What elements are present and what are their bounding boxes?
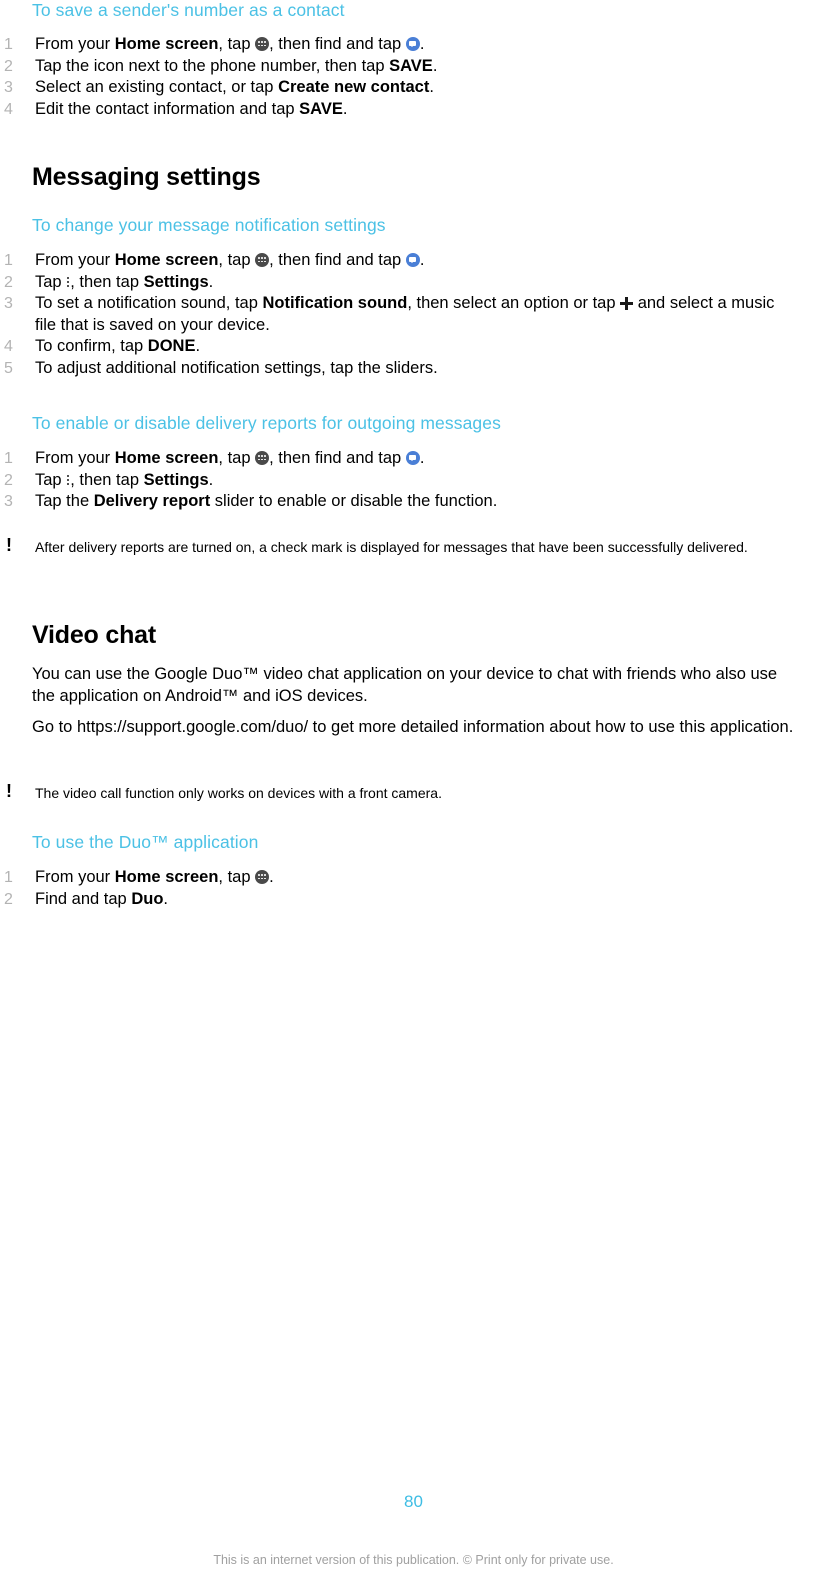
step-text: To adjust additional notification settin…	[35, 358, 438, 377]
paragraph-video-chat-support-link: Go to https://support.google.com/duo/ to…	[32, 718, 794, 736]
emphasis-text: Create new contact	[278, 78, 430, 96]
step-text: , then find and tap	[269, 449, 406, 467]
messaging-icon	[405, 451, 420, 465]
procedure-heading-duo-application: To use the Duo™ application	[32, 832, 259, 852]
emphasis-text: Delivery report	[93, 492, 211, 510]
step-item: To set a notification sound, tap Notific…	[0, 293, 800, 336]
step-text: .	[419, 251, 425, 269]
step-text: .	[208, 272, 214, 291]
section-notification-settings: To change your message notification sett…	[0, 215, 800, 379]
step-item: Edit the contact information and tap SAV…	[0, 99, 800, 121]
step-item: From your Home screen, tap , then find a…	[0, 448, 810, 470]
step-item: Tap the icon next to the phone number, t…	[0, 56, 800, 78]
emphasis-text: Home screen	[114, 35, 219, 53]
emphasis-text: Home screen	[114, 449, 219, 467]
emphasis-text: Settings	[143, 470, 209, 489]
step-text: Tap	[35, 272, 67, 291]
emphasis-text: SAVE	[389, 56, 433, 75]
step-text: , then select an option or tap	[407, 294, 621, 312]
step-text: , tap	[218, 449, 256, 467]
step-item: To confirm, tap DONE.	[0, 336, 800, 358]
overflow-menu-icon	[66, 275, 70, 289]
step-text: Tap the icon next to the phone number, t…	[35, 56, 390, 75]
page-title-video-chat: Video chat	[32, 621, 156, 649]
emphasis-text: Notification sound	[262, 294, 408, 312]
emphasis-text: SAVE	[299, 99, 343, 118]
emphasis-text: DONE	[147, 337, 196, 355]
step-text: Select an existing contact, or tap	[35, 78, 279, 96]
step-text: , tap	[218, 868, 256, 886]
procedure-heading-delivery-reports: To enable or disable delivery reports fo…	[32, 413, 501, 433]
step-text: From your	[35, 251, 115, 269]
step-text: , tap	[218, 251, 256, 269]
step-text: , then find and tap	[269, 251, 406, 269]
step-text: .	[419, 449, 425, 467]
step-text: Edit the contact information and tap	[35, 99, 300, 118]
step-text: To confirm, tap	[35, 337, 148, 355]
step-text: From your	[35, 868, 115, 886]
step-text: , then find and tap	[269, 35, 406, 53]
procedure-heading-save-sender: To save a sender's number as a contact	[32, 0, 345, 20]
apps-grid-icon	[255, 253, 270, 267]
emphasis-text: Home screen	[114, 251, 219, 269]
step-list-duo-application: From your Home screen, tap . Find and tap…	[0, 867, 800, 910]
emphasis-text: Duo	[131, 889, 164, 908]
footer-disclaimer: This is an internet version of this publ…	[213, 1553, 614, 1567]
step-text: slider to enable or disable the function…	[210, 492, 498, 510]
apps-grid-icon	[255, 451, 270, 465]
note-delivery-reports: ! After delivery reports are turned on, …	[0, 535, 827, 557]
step-text: To set a notification sound, tap	[35, 294, 263, 312]
step-text: .	[419, 35, 425, 53]
manual-page: To save a sender's number as a contact F…	[0, 0, 827, 1590]
emphasis-text: Home screen	[114, 868, 219, 886]
step-text: .	[342, 99, 348, 118]
step-text: .	[195, 337, 201, 355]
step-text: From your	[35, 35, 115, 53]
section-delivery-reports: To enable or disable delivery reports fo…	[0, 413, 810, 513]
step-text: .	[163, 889, 168, 908]
step-text: .	[208, 470, 214, 489]
note-video-chat: ! The video call function only works on …	[0, 781, 827, 803]
step-list-save-sender: From your Home screen, tap , then find a…	[0, 34, 800, 120]
exclamation-icon: !	[6, 781, 12, 801]
step-list-delivery-reports: From your Home screen, tap , then find a…	[0, 448, 810, 513]
step-item: Select an existing contact, or tap Creat…	[0, 77, 800, 99]
note-text: The video call function only works on de…	[35, 785, 442, 801]
step-text: , tap	[218, 35, 256, 53]
step-item: Find and tap Duo.	[0, 889, 800, 911]
step-item: From your Home screen, tap , then find a…	[0, 34, 800, 56]
apps-grid-icon	[255, 37, 270, 51]
section-duo-application: To use the Duo™ application From your Ho…	[0, 832, 800, 910]
paragraph-video-chat-intro: You can use the Google Duo™ video chat a…	[32, 665, 778, 705]
step-text: , then tap	[70, 470, 144, 489]
step-item: Tap the Delivery report slider to enable…	[0, 491, 810, 513]
step-list-notification-settings: From your Home screen, tap , then find a…	[0, 250, 800, 379]
step-item: From your Home screen, tap .	[0, 867, 800, 889]
exclamation-icon: !	[6, 535, 12, 555]
step-text: .	[429, 78, 434, 96]
step-text: , then tap	[70, 272, 144, 291]
procedure-heading-notification-settings: To change your message notification sett…	[32, 215, 386, 235]
emphasis-text: Settings	[143, 272, 209, 291]
step-text: Tap	[35, 470, 67, 489]
step-item: From your Home screen, tap , then find a…	[0, 250, 800, 272]
step-text: Tap the	[35, 492, 94, 510]
page-title-messaging-settings: Messaging settings	[32, 163, 261, 191]
page-number: 80	[404, 1492, 423, 1511]
messaging-icon	[405, 37, 420, 51]
overflow-menu-icon	[66, 473, 70, 487]
messaging-icon	[405, 253, 420, 267]
step-item: Tap , then tap Settings.	[0, 470, 810, 492]
step-item: Tap , then tap Settings.	[0, 272, 800, 294]
section-save-sender-number: To save a sender's number as a contact F…	[0, 0, 800, 120]
step-text: .	[269, 868, 274, 886]
step-text: .	[432, 56, 438, 75]
step-item: To adjust additional notification settin…	[0, 358, 800, 380]
plus-icon	[620, 297, 634, 310]
note-text: After delivery reports are turned on, a …	[35, 539, 748, 555]
apps-grid-icon	[255, 870, 270, 884]
step-text: Find and tap	[35, 889, 132, 908]
step-text: From your	[35, 449, 115, 467]
